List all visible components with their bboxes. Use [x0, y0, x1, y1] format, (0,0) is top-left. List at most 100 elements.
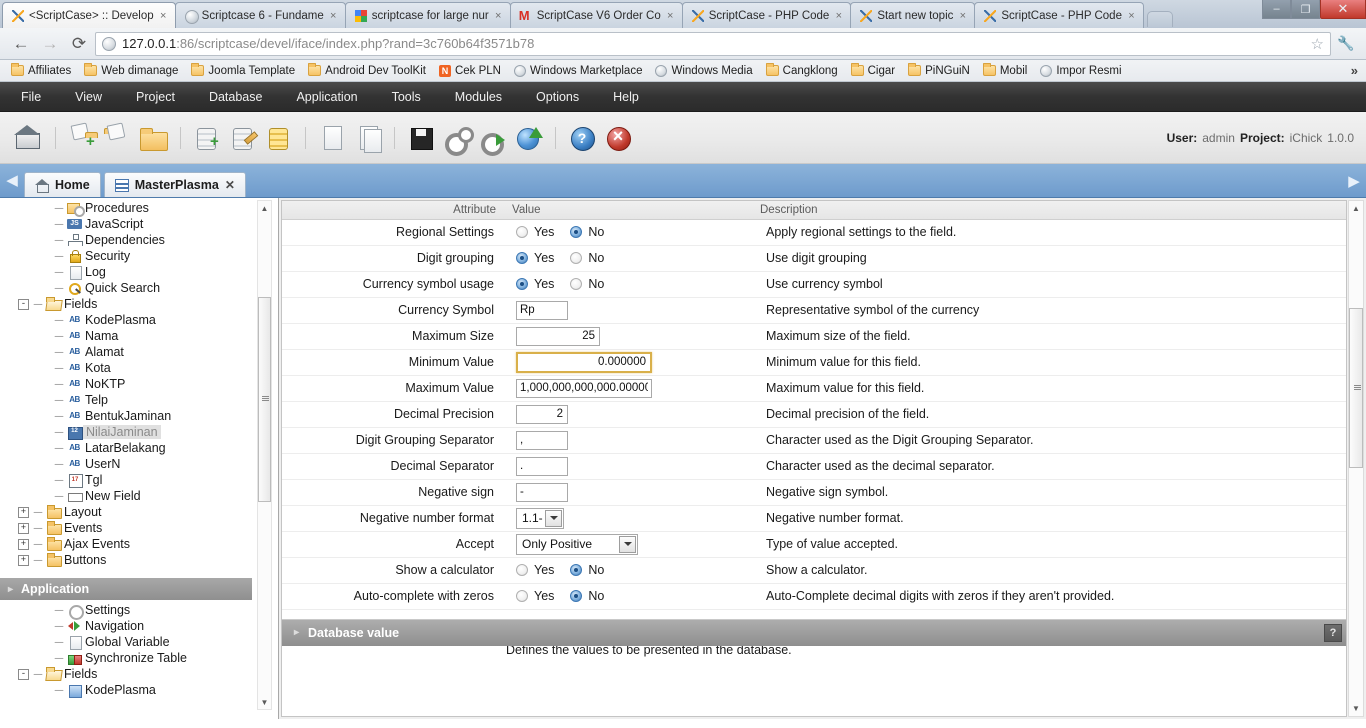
sidebar-item-app-fields[interactable]: - ─ Fields: [14, 666, 278, 682]
close-icon[interactable]: ×: [1126, 10, 1137, 22]
maximum-size-input[interactable]: [516, 326, 600, 346]
decimal-precision-input[interactable]: [516, 404, 568, 424]
menu-file[interactable]: File: [4, 84, 58, 110]
sidebar-scrollbar[interactable]: ▲ ▼: [257, 200, 272, 710]
tree-expand-icon[interactable]: +: [18, 522, 29, 534]
help-icon[interactable]: ?: [1324, 623, 1342, 642]
bookmark-item[interactable]: Joomla Template: [186, 63, 300, 78]
sidebar-item-settings[interactable]: ─ Settings: [14, 602, 278, 620]
close-window-button[interactable]: ✕: [1320, 0, 1366, 19]
sidebar-item-noktp[interactable]: ─ AB NoKTP: [14, 376, 278, 392]
tree-expand-icon[interactable]: +: [18, 554, 29, 566]
radio-yes[interactable]: [516, 278, 528, 290]
open-project-icon[interactable]: [101, 121, 135, 155]
page-info-icon[interactable]: [102, 36, 116, 51]
folder-icon[interactable]: [137, 121, 171, 155]
radio-no[interactable]: [570, 590, 583, 602]
tabs-scroll-left-icon[interactable]: ◀: [0, 163, 24, 197]
close-icon[interactable]: ×: [665, 10, 676, 22]
radio-no[interactable]: [570, 564, 583, 576]
bookmark-item[interactable]: Cangklong: [761, 63, 843, 78]
app-tab-home[interactable]: Home: [24, 172, 101, 197]
accept-select[interactable]: Only Positive: [516, 533, 638, 555]
sidebar-item-quick-search[interactable]: ─ Quick Search: [14, 280, 278, 296]
bookmark-item[interactable]: Mobil: [978, 63, 1032, 78]
home-icon[interactable]: [12, 121, 46, 155]
chevron-down-icon[interactable]: [619, 535, 636, 553]
bookmark-star-icon[interactable]: ☆: [1305, 35, 1324, 53]
database-icon[interactable]: [262, 121, 296, 155]
radio-no[interactable]: [570, 252, 583, 264]
sidebar-item-bentukjaminan[interactable]: ─ AB BentukJaminan: [14, 408, 278, 424]
bookmark-item[interactable]: Web dimanage: [79, 63, 183, 78]
close-icon[interactable]: ×: [493, 10, 504, 22]
menu-application[interactable]: Application: [279, 84, 374, 110]
bookmarks-overflow-icon[interactable]: »: [1351, 63, 1358, 78]
sidebar-item-log[interactable]: ─ Log: [14, 264, 278, 280]
browser-tab[interactable]: ScriptCase - PHP Code ×: [681, 2, 852, 28]
sidebar-item-telp[interactable]: ─ AB Telp: [14, 392, 278, 408]
radio-yes[interactable]: [516, 590, 528, 602]
sidebar-item-ajax-events[interactable]: + ─ Ajax Events: [14, 536, 278, 552]
run-application-icon[interactable]: [476, 121, 510, 156]
bookmark-item[interactable]: Windows Media: [650, 64, 757, 78]
forward-icon[interactable]: →: [37, 32, 63, 56]
minimum-value-input[interactable]: [516, 351, 652, 373]
sidebar-item-app-kodeplasma[interactable]: ─ KodePlasma: [14, 682, 278, 698]
sidebar-item-global-variable[interactable]: ─ Global Variable: [14, 634, 278, 650]
radio-yes[interactable]: [516, 226, 528, 238]
maximum-value-input[interactable]: [516, 378, 652, 398]
negative-sign-input[interactable]: [516, 482, 568, 502]
browser-tab[interactable]: ScriptCase - PHP Code ×: [974, 2, 1144, 28]
scroll-up-icon[interactable]: ▲: [258, 201, 271, 215]
sidebar-item-new-field[interactable]: ─ New Field: [14, 488, 278, 504]
menu-tools[interactable]: Tools: [375, 84, 438, 110]
sidebar-item-events[interactable]: + ─ Events: [14, 520, 278, 536]
radio-no[interactable]: [570, 278, 583, 290]
menu-help[interactable]: Help: [596, 84, 656, 110]
currency-symbol-usage-radio-group[interactable]: Yes No: [516, 277, 751, 291]
radio-no[interactable]: [570, 226, 583, 238]
wrench-menu-icon[interactable]: 🔧: [1334, 35, 1358, 52]
menu-project[interactable]: Project: [119, 84, 192, 110]
regional-settings-radio-group[interactable]: Yes No: [516, 225, 751, 239]
sidebar-item-nama[interactable]: ─ AB Nama: [14, 328, 278, 344]
address-bar[interactable]: 127.0.0.1:86/scriptcase/devel/iface/inde…: [95, 31, 1331, 56]
decimal-separator-input[interactable]: [516, 456, 568, 476]
digit-grouping-radio-group[interactable]: Yes No: [516, 251, 751, 265]
sidebar-item-usern[interactable]: ─ AB UserN: [14, 456, 278, 472]
sidebar-item-alamat[interactable]: ─ AB Alamat: [14, 344, 278, 360]
copy-application-icon[interactable]: [351, 121, 385, 155]
help-icon[interactable]: [565, 121, 599, 155]
browser-tab[interactable]: <ScriptCase> :: Develop ×: [2, 2, 176, 28]
tree-expand-icon[interactable]: +: [18, 538, 29, 550]
browser-tab[interactable]: scriptcase for large nur ×: [344, 2, 511, 28]
scroll-down-icon[interactable]: ▼: [1349, 701, 1363, 716]
bookmark-item[interactable]: N Cek PLN: [434, 64, 506, 78]
sidebar-item-kota[interactable]: ─ AB Kota: [14, 360, 278, 376]
close-icon[interactable]: ×: [328, 10, 339, 22]
scroll-up-icon[interactable]: ▲: [1349, 201, 1363, 216]
sidebar-item-fields[interactable]: - ─ Fields: [14, 296, 278, 312]
close-icon[interactable]: ✕: [225, 178, 235, 192]
sidebar-scrollbar-thumb[interactable]: [258, 297, 271, 502]
tabs-scroll-right-icon[interactable]: ▶: [1342, 164, 1366, 198]
sidebar-section-application[interactable]: ▸ Application: [0, 578, 252, 600]
publish-icon[interactable]: [512, 121, 546, 155]
sidebar-item-tgl[interactable]: ─ Tgl: [14, 472, 278, 488]
currency-symbol-input[interactable]: [516, 300, 568, 320]
main-scrollbar[interactable]: ▲ ▼: [1348, 200, 1364, 717]
close-icon[interactable]: ×: [833, 10, 844, 22]
sidebar-item-layout[interactable]: + ─ Layout: [14, 504, 278, 520]
tree-collapse-icon[interactable]: -: [18, 668, 29, 680]
sidebar-item-procedures[interactable]: ─ Procedures: [14, 200, 278, 217]
chevron-down-icon[interactable]: [545, 509, 562, 527]
app-tab-masterplasma[interactable]: MasterPlasma ✕: [103, 172, 246, 197]
minimize-button[interactable]: –: [1262, 0, 1291, 19]
sidebar-item-navigation[interactable]: ─ Navigation: [14, 618, 278, 634]
bookmark-item[interactable]: PiNGuiN: [903, 63, 975, 78]
sidebar-item-nilaijaminan[interactable]: ─ NilaiJaminan: [14, 424, 278, 440]
new-connection-icon[interactable]: [190, 121, 224, 155]
bookmark-item[interactable]: Windows Marketplace: [509, 64, 647, 78]
auto-complete-zeros-radio-group[interactable]: Yes No: [516, 589, 751, 603]
